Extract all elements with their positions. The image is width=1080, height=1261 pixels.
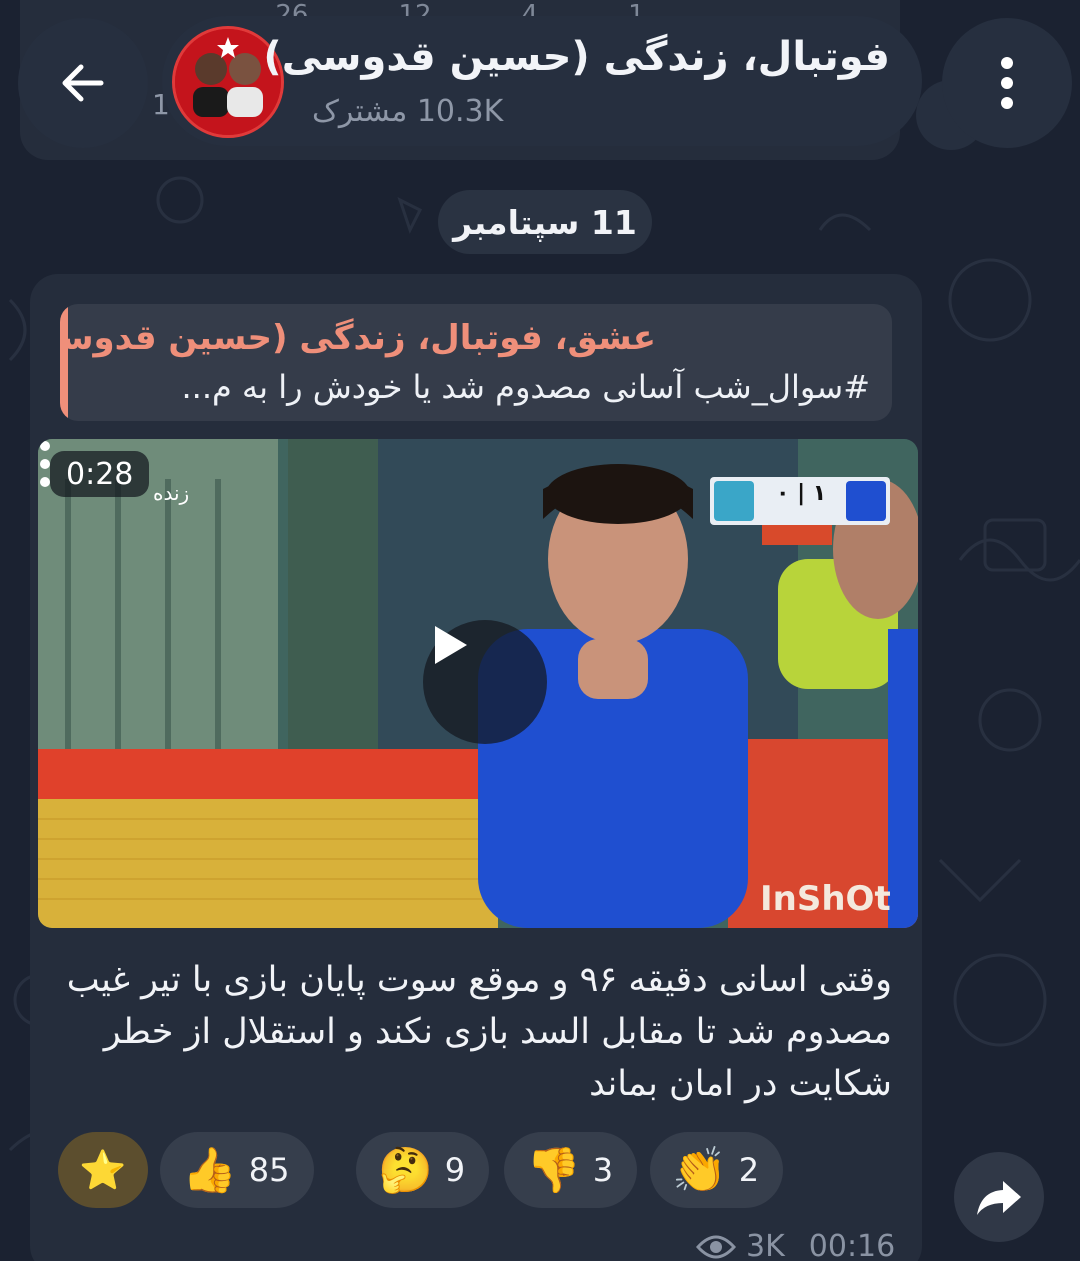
forwarded-from: عشق، فوتبال، زندگی (حسین قدوسی) [60,318,656,358]
clapping-hands-icon: 👏 [672,1145,727,1196]
video-duration: 0:28 [50,451,150,497]
date-separator: 11 سپتامبر [438,190,652,254]
forwarded-snippet: #سوال_شب آسانی مصدوم شد یا خودش را به م.… [181,368,870,406]
kebab-menu-icon [1001,57,1013,109]
reaction-count: 9 [444,1151,466,1189]
reaction-thinking[interactable]: 🤔 9 [356,1132,490,1208]
post-meta: 3K 00:16 [696,1229,895,1261]
share-button[interactable] [954,1152,1044,1242]
star-icon: ⭐ [79,1147,127,1192]
more-options-button[interactable] [942,18,1072,148]
reaction-star[interactable]: ⭐ [58,1132,148,1208]
live-tag: زنده [153,481,190,505]
thumbs-down-icon: 👎 [526,1145,581,1196]
video-player[interactable]: 0:28 زنده ۰ | ۱ InShOt [38,439,918,928]
post-caption: وقتی اسانی دقیقه ۹۶ و موقع سوت پایان باز… [66,960,892,1104]
reaction-clap[interactable]: 👏 2 [650,1132,784,1208]
post-time: 00:16 [808,1229,896,1261]
subscriber-count: 10.3K مشترک [312,94,504,129]
forwarded-header[interactable]: عشق، فوتبال، زندگی (حسین قدوسی) #سوال_شب… [60,304,892,421]
arrow-left-icon [62,64,104,102]
thumbs-up-icon: 👍 [182,1145,237,1196]
reaction-count: 85 [248,1151,290,1189]
play-button[interactable] [423,620,547,744]
back-button[interactable] [18,18,148,148]
reaction-thumbs-down[interactable]: 👎 3 [504,1132,638,1208]
eye-icon [696,1235,736,1258]
share-arrow-icon [977,1181,1021,1215]
thinking-face-icon: 🤔 [378,1145,433,1196]
reaction-count: 3 [592,1151,614,1189]
reaction-count: 2 [738,1151,760,1189]
channel-post[interactable]: عشق، فوتبال، زندگی (حسین قدوسی) #سوال_شب… [30,274,922,1261]
video-kebab-icon[interactable] [38,439,52,489]
channel-title: فوتبال، زندگی (حسین قدوسی) [263,34,890,80]
view-count: 3K [746,1229,785,1261]
reaction-thumbs-up[interactable]: 👍 85 [160,1132,314,1208]
video-watermark: InShOt [760,879,891,919]
scoreboard: ۰ | ۱ [776,481,827,506]
play-icon [435,626,467,664]
channel-header[interactable]: فوتبال، زندگی (حسین قدوسی) 10.3K مشترک [162,16,922,146]
